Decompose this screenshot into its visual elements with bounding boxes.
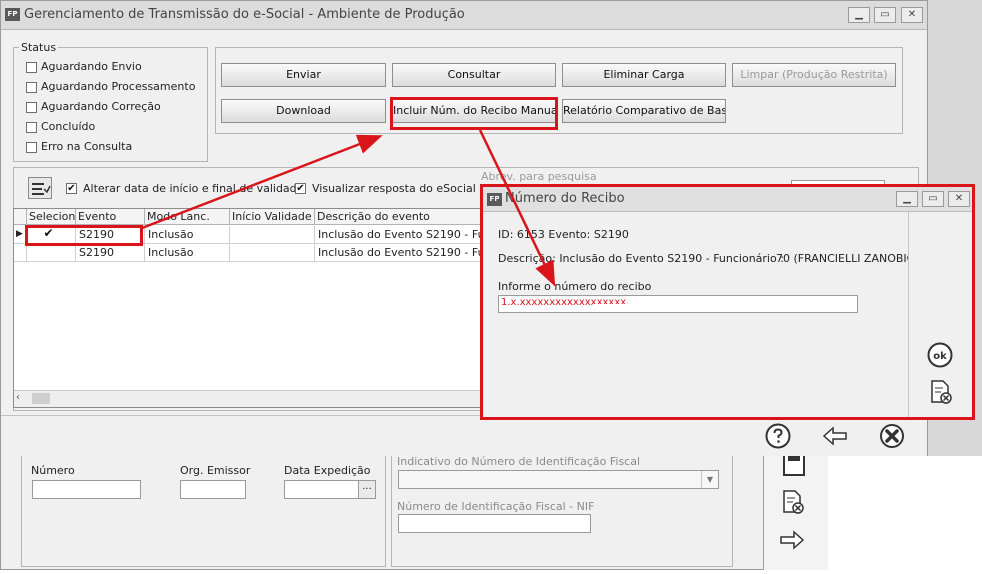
col-descricao[interactable]: Descrição do evento — [315, 209, 482, 225]
label-alterar-datas: Alterar data de início e final de valida… — [83, 182, 307, 195]
data-expedicao-field[interactable]: ... — [284, 480, 376, 499]
relatorio-comparativo-button[interactable]: Relatório Comparativo de Bases — [562, 99, 726, 123]
dialog-title: Número do Recibo — [505, 191, 625, 206]
dialog-id-line: ID: 6153 Evento: S2190 — [498, 228, 629, 241]
recibo-input[interactable]: 1.x.xxxxxxxxxxxxxxxxxx. — [498, 295, 858, 313]
scroll-left-icon[interactable]: ‹ — [16, 392, 20, 403]
checkbox-concluido[interactable] — [26, 122, 37, 133]
col-inicio-validade[interactable]: Início Validade — [230, 209, 315, 225]
minimize-icon[interactable]: ▁ — [848, 7, 870, 23]
dialog-minimize-icon[interactable]: ▁ — [896, 191, 918, 207]
date-picker-button[interactable]: ... — [358, 481, 375, 498]
checkbox-aguardando-correcao[interactable] — [26, 102, 37, 113]
window-title: Gerenciamento de Transmissão do e-Social… — [24, 7, 465, 22]
row-checkbox[interactable] — [43, 247, 54, 258]
checkbox-erro-consulta[interactable] — [26, 142, 37, 153]
label-aguardando-correcao: Aguardando Correção — [41, 100, 161, 113]
cancel-icon[interactable] — [878, 422, 906, 450]
help-icon[interactable] — [764, 422, 792, 450]
enviar-button[interactable]: Enviar — [221, 63, 386, 87]
download-button[interactable]: Download — [221, 99, 386, 123]
col-evento[interactable]: Evento — [76, 209, 145, 225]
cell-modo: Inclusão — [145, 226, 230, 244]
org-emissor-label: Org. Emissor — [180, 464, 251, 477]
cell-descricao: Inclusão do Evento S2190 - Funcio — [315, 226, 482, 244]
filter-list-icon[interactable] — [28, 177, 52, 199]
label-concluido: Concluído — [41, 120, 96, 133]
svg-text:ok: ok — [933, 351, 947, 362]
horizontal-scrollbar[interactable]: ‹ — [14, 390, 482, 407]
numero-field[interactable] — [32, 480, 141, 499]
scroll-thumb[interactable] — [32, 393, 50, 404]
recibo-input-label: Informe o número do recibo — [498, 280, 652, 293]
col-modo-lanc[interactable]: Modo Lanc. — [145, 209, 230, 225]
close-icon[interactable]: ✕ — [901, 7, 923, 23]
numero-label: Número — [31, 464, 75, 477]
dialog-content — [483, 212, 909, 417]
dialog-close-icon[interactable]: ✕ — [948, 191, 970, 207]
delete-doc-icon[interactable] — [778, 488, 806, 516]
dialog-maximize-icon[interactable]: ▭ — [922, 191, 944, 207]
ok-icon[interactable]: ok — [926, 341, 954, 369]
label-erro-consulta: Erro na Consulta — [41, 140, 133, 153]
table-row-select[interactable] — [27, 244, 76, 262]
col-seleciona[interactable]: Seleciona — [27, 209, 76, 225]
checkbox-visualizar-resposta[interactable]: ✔ — [295, 183, 306, 194]
nif-label: Número de Identificação Fiscal - NIF — [397, 500, 595, 513]
checkbox-aguardando-processamento[interactable] — [26, 82, 37, 93]
dialog-funcionario: 70 (FRANCIELLI ZANOBIO F — [776, 252, 908, 265]
consultar-button[interactable]: Consultar — [392, 63, 556, 87]
pesquisa-placeholder: Abrev. para pesquisa — [481, 170, 597, 183]
status-group-title: Status — [19, 41, 59, 54]
indicativo-select[interactable]: ▼ — [398, 470, 719, 489]
maximize-icon[interactable]: ▭ — [874, 7, 896, 23]
recibo-dialog: FP Número do Recibo ▁ ▭ ✕ ID: 6153 Event… — [480, 184, 975, 420]
dialog-app-icon: FP — [487, 193, 502, 206]
col-indicator — [14, 209, 27, 225]
label-aguardando-envio: Aguardando Envio — [41, 60, 142, 73]
row-indicator — [14, 244, 27, 262]
chevron-down-icon[interactable]: ▼ — [701, 471, 718, 488]
nif-field[interactable] — [398, 514, 591, 533]
dialog-descricao-line: Descrição: Inclusão do Evento S2190 - Fu… — [498, 252, 784, 265]
checkbox-alterar-datas[interactable]: ✔ — [66, 183, 77, 194]
label-visualizar-resposta: Visualizar resposta do eSocial — [312, 182, 476, 195]
cell-inicio — [230, 226, 315, 244]
dialog-title-bar: FP Número do Recibo ▁ ▭ ✕ — [483, 187, 972, 212]
limpar-producao-restrita-button[interactable]: Limpar (Produção Restrita) — [732, 63, 896, 87]
cell-descricao: Inclusão do Evento S2190 - Funcio — [315, 244, 482, 262]
app-icon: FP — [5, 8, 20, 21]
indicativo-label: Indicativo do Número de Identificação Fi… — [397, 455, 641, 468]
cell-modo: Inclusão — [145, 244, 230, 262]
redacted-area — [589, 304, 659, 312]
cell-inicio — [230, 244, 315, 262]
back-arrow-icon[interactable] — [821, 422, 849, 450]
org-emissor-field[interactable] — [180, 480, 246, 499]
data-expedicao-label: Data Expedição — [284, 464, 371, 477]
eliminar-carga-button[interactable]: Eliminar Carga — [562, 63, 726, 87]
forward-arrow-icon[interactable] — [778, 526, 806, 554]
checkbox-aguardando-envio[interactable] — [26, 62, 37, 73]
label-aguardando-processamento: Aguardando Processamento — [41, 80, 196, 93]
title-bar: FP Gerenciamento de Transmissão do e-Soc… — [1, 1, 927, 30]
highlight-incluir-recibo — [390, 97, 558, 130]
highlight-selected-row — [25, 225, 143, 246]
cell-evento: S2190 — [76, 244, 145, 262]
cancel-doc-icon[interactable] — [926, 378, 954, 406]
